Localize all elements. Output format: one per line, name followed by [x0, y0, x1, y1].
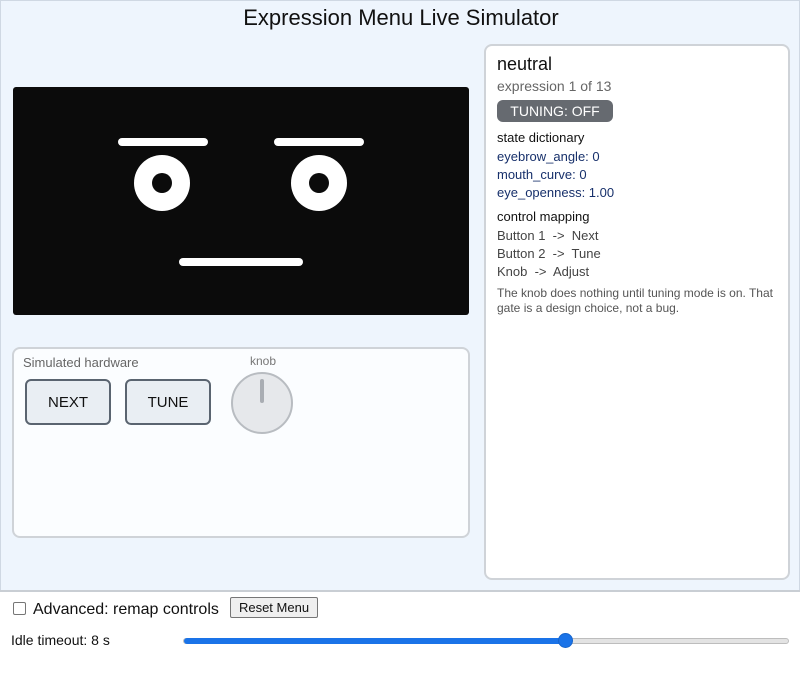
advanced-remap-label[interactable]: Advanced: remap controls — [33, 601, 219, 619]
mapping-button-1: Button 1 -> Next — [497, 228, 599, 243]
face-svg — [118, 138, 364, 266]
tune-button[interactable]: TUNE — [125, 379, 211, 425]
knob-gate-note: The knob does nothing until tuning mode … — [497, 286, 773, 315]
next-button[interactable]: NEXT — [25, 379, 111, 425]
idle-timeout-slider[interactable] — [183, 633, 789, 648]
state-dictionary-heading: state dictionary — [497, 130, 585, 145]
left-pupil — [152, 173, 172, 193]
knob-label: knob — [249, 354, 277, 368]
expression-count: expression 1 of 13 — [497, 78, 612, 94]
face-display — [13, 87, 469, 315]
hardware-label: Simulated hardware — [23, 355, 139, 370]
expression-name: neutral — [497, 54, 553, 74]
idle-slider-fill — [184, 638, 565, 644]
knob-dial[interactable] — [231, 372, 293, 434]
hardware-panel: Simulated hardware NEXT TUNE knob — [12, 347, 470, 538]
page-title: Expression Menu Live Simulator — [243, 5, 559, 30]
state-eyebrow-angle: eyebrow_angle: 0 — [497, 149, 600, 164]
idle-slider-thumb[interactable] — [558, 633, 573, 648]
mapping-button-2: Button 2 -> Tune — [497, 246, 601, 261]
tuning-status-badge: TUNING: OFF — [497, 100, 613, 122]
advanced-remap-checkbox[interactable] — [13, 602, 26, 615]
state-eye-openness: eye_openness: 1.00 — [497, 185, 615, 200]
footer-controls: Advanced: remap controls Reset Menu Idle… — [0, 590, 800, 680]
state-mouth-curve: mouth_curve: 0 — [497, 167, 587, 182]
right-pupil — [309, 173, 329, 193]
control-mapping-heading: control mapping — [497, 209, 590, 224]
knob-pointer — [260, 379, 264, 403]
info-panel: neutral expression 1 of 13 TUNING: OFF s… — [484, 44, 790, 580]
simulator-window: Expression Menu Live Simulator Simulated… — [0, 0, 800, 590]
mapping-knob: Knob -> Adjust — [497, 264, 590, 279]
idle-timeout-label: Idle timeout: 8 s — [11, 632, 110, 648]
reset-menu-button[interactable]: Reset Menu — [230, 597, 318, 618]
